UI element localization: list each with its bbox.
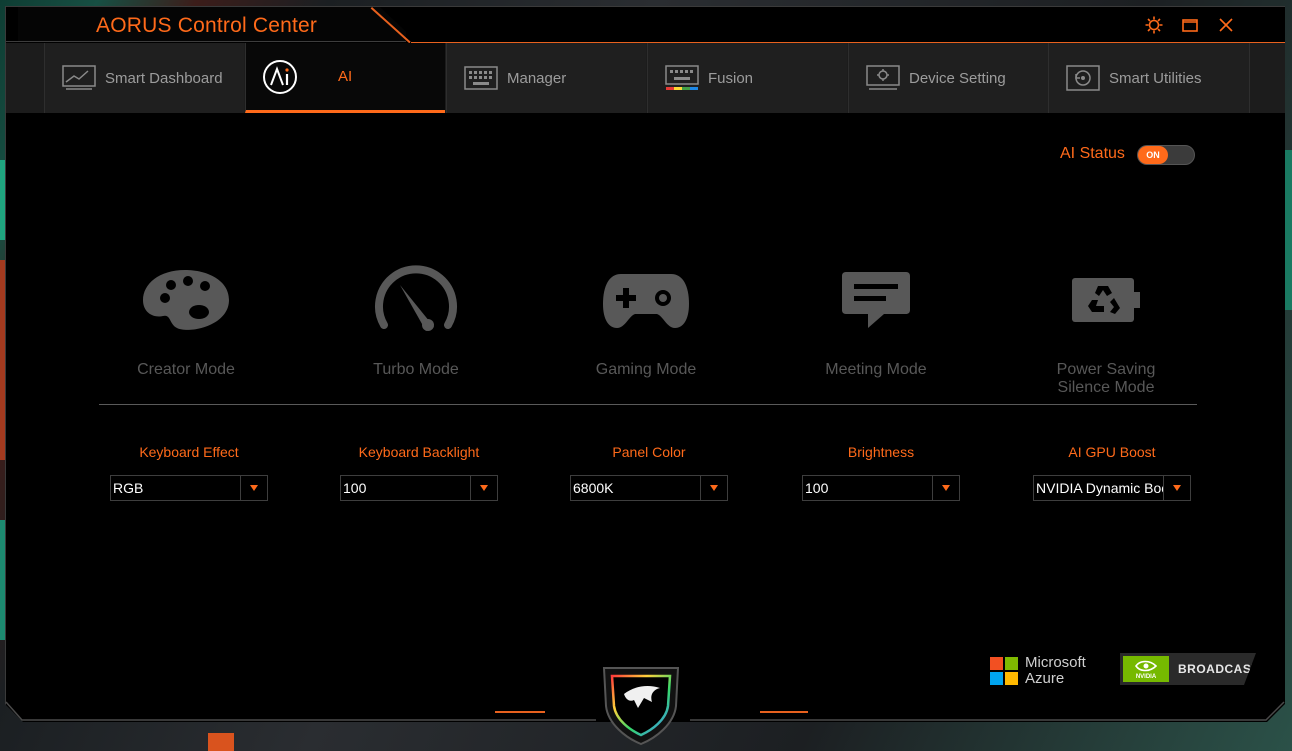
chevron-down-icon[interactable] bbox=[470, 476, 497, 500]
gamepad-icon bbox=[556, 255, 736, 345]
app-window: AORUS Control Center Smart Dashboard AI … bbox=[5, 6, 1285, 722]
setting-brightness: Brightness 100 bbox=[802, 444, 960, 501]
gauge-icon bbox=[326, 255, 506, 345]
tab-smart-dashboard[interactable]: Smart Dashboard bbox=[44, 43, 244, 113]
tab-label: Smart Utilities bbox=[1109, 69, 1202, 87]
nvidia-badge: NVIDIA bbox=[1123, 656, 1169, 682]
mode-meeting[interactable]: Meeting Mode bbox=[786, 255, 966, 379]
mode-power-saving[interactable]: Power Saving Silence Mode bbox=[1016, 255, 1196, 397]
mode-label: Turbo Mode bbox=[373, 361, 459, 378]
setting-label: Keyboard Backlight bbox=[358, 444, 480, 460]
setting-label: Keyboard Effect bbox=[139, 444, 239, 460]
mode-label: Gaming Mode bbox=[595, 361, 697, 378]
aorus-shield-icon bbox=[602, 667, 680, 746]
tab-label: AI bbox=[338, 68, 353, 85]
monitor-gear-icon bbox=[865, 60, 901, 96]
mode-gaming[interactable]: Gaming Mode bbox=[556, 255, 736, 379]
gear-icon bbox=[1145, 16, 1163, 34]
microsoft-logo-text: Microsoft bbox=[1025, 654, 1086, 671]
title-bar[interactable]: AORUS Control Center bbox=[6, 7, 1285, 44]
select-value: 100 bbox=[343, 480, 367, 496]
toggle-knob: ON bbox=[1138, 146, 1168, 164]
close-button[interactable] bbox=[1216, 15, 1236, 35]
keyboard-icon bbox=[463, 60, 499, 96]
mode-label: Creator Mode bbox=[137, 361, 235, 378]
setting-panel-color: Panel Color 6800K bbox=[570, 444, 728, 501]
chevron-down-icon[interactable] bbox=[1163, 476, 1190, 500]
tab-fusion[interactable]: Fusion bbox=[647, 43, 847, 113]
tab-ai[interactable]: AI bbox=[245, 43, 445, 113]
mode-label: Meeting Mode bbox=[825, 361, 927, 378]
restore-button[interactable] bbox=[1180, 15, 1200, 35]
setting-label: Panel Color bbox=[612, 444, 686, 460]
setting-keyboard-backlight: Keyboard Backlight 100 bbox=[340, 444, 498, 501]
mode-label: Power Saving Silence Mode bbox=[1056, 361, 1156, 396]
nvidia-badge-text: NVIDIA bbox=[1135, 673, 1157, 680]
mode-turbo[interactable]: Turbo Mode bbox=[326, 255, 506, 379]
select-value: 6800K bbox=[573, 480, 614, 496]
section-divider bbox=[99, 404, 1197, 405]
select-value: RGB bbox=[113, 480, 144, 496]
setting-ai-gpu-boost: AI GPU Boost NVIDIA Dynamic Boost bbox=[1033, 444, 1191, 501]
keyboard-backlight-select[interactable]: 100 bbox=[340, 475, 498, 501]
microsoft-azure-logo: Microsoft Azure bbox=[990, 655, 1086, 687]
brightness-select[interactable]: 100 bbox=[802, 475, 960, 501]
ai-status-toggle[interactable]: ON bbox=[1137, 145, 1195, 165]
tab-label: Manager bbox=[507, 69, 567, 87]
nvidia-broadcast-logo: NVIDIA BROADCAST bbox=[1120, 653, 1256, 685]
tab-manager[interactable]: Manager bbox=[446, 43, 646, 113]
chat-bubble-icon bbox=[786, 255, 966, 345]
restore-icon bbox=[1182, 19, 1198, 32]
ai-icon bbox=[262, 59, 298, 95]
battery-recycle-icon bbox=[1016, 255, 1196, 345]
close-icon bbox=[1219, 18, 1233, 32]
microsoft-logo-icon bbox=[990, 657, 1018, 685]
palette-icon bbox=[96, 255, 276, 345]
settings-gear-button[interactable] bbox=[1144, 15, 1164, 35]
tab-label: Fusion bbox=[708, 69, 754, 87]
dashboard-icon bbox=[61, 60, 97, 96]
azure-logo-text: Azure bbox=[1025, 670, 1065, 687]
setting-label: Brightness bbox=[847, 444, 915, 460]
tab-label: Smart Dashboard bbox=[105, 69, 223, 87]
setting-keyboard-effect: Keyboard Effect RGB bbox=[110, 444, 268, 501]
setting-label: AI GPU Boost bbox=[1068, 444, 1156, 460]
tab-device-setting[interactable]: Device Setting bbox=[848, 43, 1048, 113]
select-value: NVIDIA Dynamic Boost bbox=[1036, 480, 1164, 496]
ai-status-label: AI Status bbox=[1060, 145, 1125, 162]
aorus-emblem bbox=[600, 662, 682, 746]
chevron-down-icon[interactable] bbox=[240, 476, 267, 500]
utilities-icon bbox=[1065, 60, 1101, 96]
chevron-down-icon[interactable] bbox=[932, 476, 959, 500]
rgb-keyboard-icon bbox=[664, 60, 700, 96]
keyboard-effect-select[interactable]: RGB bbox=[110, 475, 268, 501]
nvidia-eye-icon bbox=[1135, 660, 1157, 671]
broadcast-text: BROADCAST bbox=[1178, 662, 1260, 676]
ai-gpu-boost-select[interactable]: NVIDIA Dynamic Boost bbox=[1033, 475, 1191, 501]
chevron-down-icon[interactable] bbox=[700, 476, 727, 500]
select-value: 100 bbox=[805, 480, 829, 496]
tab-smart-utilities[interactable]: Smart Utilities bbox=[1048, 43, 1250, 113]
tab-bar: Smart Dashboard AI Manager Fusion Device… bbox=[6, 43, 1285, 113]
mode-creator[interactable]: Creator Mode bbox=[96, 255, 276, 379]
panel-color-select[interactable]: 6800K bbox=[570, 475, 728, 501]
tab-label: Device Setting bbox=[909, 69, 1006, 87]
app-title: AORUS Control Center bbox=[96, 14, 318, 37]
